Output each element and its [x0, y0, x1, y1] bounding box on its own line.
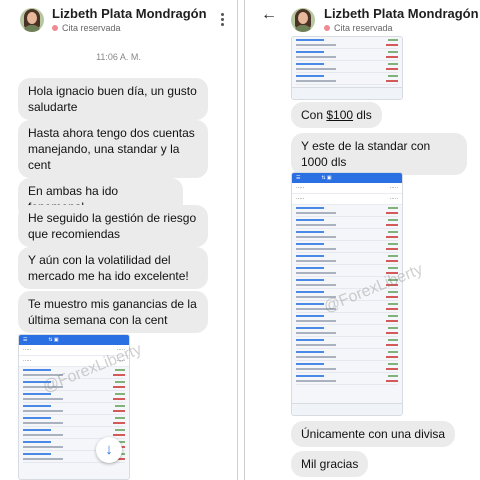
trading-screenshot-image[interactable] [291, 36, 403, 100]
status-dot-icon [52, 25, 58, 31]
status-dot-icon [324, 25, 330, 31]
screenshot-summary-row: ····· ····· [19, 356, 129, 367]
contact-status: Cita reservada [52, 23, 121, 33]
message-bubble[interactable]: Con $100 dls [291, 102, 382, 128]
contact-status: Cita reservada [324, 23, 393, 33]
back-arrow-icon[interactable]: ← [261, 6, 277, 24]
screenshot-summary-row: ····· ····· [292, 194, 402, 205]
message-bubble[interactable]: Te muestro mis ganancias de la última se… [18, 291, 208, 333]
message-prefix: Con [301, 108, 327, 122]
screenshot-summary-row: ····· ····· [292, 183, 402, 194]
message-bubble[interactable]: Hasta ahora tengo dos cuentas manejando,… [18, 120, 208, 178]
message-bubble[interactable]: Y aún con la volatilidad del mercado me … [18, 247, 208, 289]
message-bubble[interactable]: Y este de la standar con 1000 dls [291, 133, 467, 175]
timestamp: 11:06 A. M. [96, 52, 141, 62]
message-bubble[interactable]: He seguido la gestión de riesgo que reco… [18, 205, 208, 247]
message-bubble[interactable]: Únicamente con una divisa [291, 421, 456, 447]
message-bubble[interactable]: Hola ignacio buen día, un gusto saludart… [18, 78, 208, 120]
screenshot-summary-row: ····· ····· [19, 345, 129, 356]
chat-comparison: Lizbeth Plata Mondragón Cita reservada 1… [0, 0, 480, 480]
avatar[interactable] [20, 8, 44, 32]
status-label: Cita reservada [62, 23, 121, 33]
left-chat-panel: Lizbeth Plata Mondragón Cita reservada 1… [0, 0, 238, 480]
message-bubble[interactable]: Mil gracias [291, 451, 369, 477]
kebab-menu-icon[interactable] [221, 13, 225, 27]
chat-header: Lizbeth Plata Mondragón Cita reservada [0, 0, 237, 40]
status-label: Cita reservada [334, 23, 393, 33]
amount-link[interactable]: $100 [326, 108, 353, 122]
contact-name[interactable]: Lizbeth Plata Mondragón [52, 6, 207, 21]
contact-name[interactable]: Lizbeth Plata Mondragón [324, 6, 479, 21]
trading-screenshot-image[interactable]: ☰ ⇅ ▣ ····· ····· ····· ····· [291, 172, 403, 416]
screenshot-app-bar: ☰ ⇅ ▣ [19, 335, 129, 345]
screenshot-app-bar: ☰ ⇅ ▣ [292, 173, 402, 183]
right-chat-panel: ← Lizbeth Plata Mondragón Cita reservada… [244, 0, 480, 480]
message-suffix: dls [353, 108, 372, 122]
avatar[interactable] [291, 8, 315, 32]
scroll-down-icon[interactable]: ↓ [96, 437, 122, 463]
chat-header: ← Lizbeth Plata Mondragón Cita reservada [245, 0, 480, 40]
